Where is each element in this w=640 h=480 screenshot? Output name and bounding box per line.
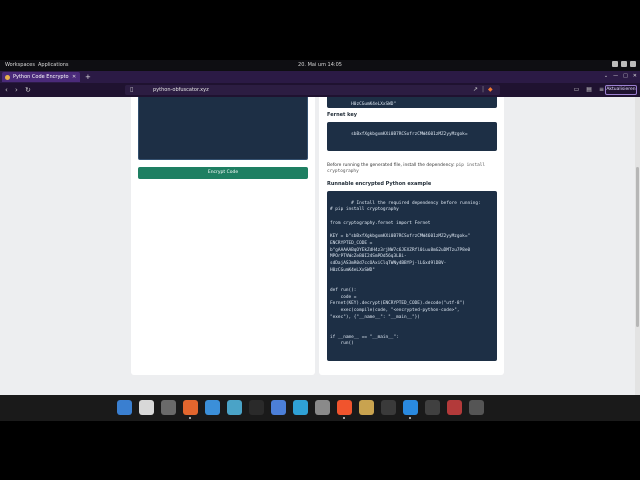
text-editor-icon[interactable] (227, 400, 242, 415)
network-icon[interactable] (612, 61, 618, 67)
web-viewport: Encrypt Code H0zCGumK4eLXxSWD" Fernet ke… (0, 97, 640, 395)
install-note: Before running the generated file, insta… (327, 163, 499, 175)
power-icon[interactable] (630, 61, 636, 67)
encrypted-code-tail: H0zCGumK4eLXxSWD" (351, 101, 397, 107)
share-icon[interactable]: ↗ (473, 86, 478, 93)
screenshot-app-icon[interactable] (117, 400, 132, 415)
vscode-icon[interactable] (403, 400, 418, 419)
firefox-icon[interactable] (183, 400, 198, 419)
dock (0, 395, 640, 421)
source-code-textarea[interactable] (138, 97, 308, 160)
divider-bar: | (482, 86, 485, 93)
monitor-icon[interactable] (425, 400, 440, 415)
forward-icon[interactable]: › (15, 86, 18, 94)
browser-tab-bar: Python Code Encryptor ✕ + ⌄ — □ ✕ (0, 71, 640, 83)
volume-icon[interactable] (621, 61, 627, 67)
record-icon[interactable] (447, 400, 462, 415)
encrypt-code-button[interactable]: Encrypt Code (138, 167, 308, 179)
obs-studio-icon[interactable] (381, 400, 396, 415)
fernet-key-label: Fernet key (327, 112, 357, 118)
running-indicator (343, 417, 345, 419)
browser-nav-bar: ‹ › ↻ ▯ python-obfuscator.xyz ↗ | ◆ ▭ ▤ … (0, 83, 640, 97)
maximize-icon[interactable]: □ (623, 73, 628, 79)
wallet-icon[interactable]: ▤ (586, 86, 592, 93)
tab-python-code-encryptor[interactable]: Python Code Encryptor ✕ (2, 72, 80, 82)
running-indicator (409, 417, 411, 419)
example-code: # Install the required dependency before… (330, 200, 481, 347)
input-panel: Encrypt Code (131, 97, 315, 375)
clock[interactable]: 20. Mai um 14:05 (0, 62, 640, 68)
close-window-icon[interactable]: ✕ (633, 73, 637, 79)
window-switcher-icon[interactable] (139, 400, 154, 415)
software-store-icon[interactable] (271, 400, 286, 415)
output-panel: H0zCGumK4eLXxSWD" Fernet key sbBxfXgkbgx… (319, 97, 504, 375)
tab-list-icon[interactable]: ⌄ (604, 73, 608, 79)
example-label: Runnable encrypted Python example (327, 181, 432, 187)
brave-browser-icon[interactable] (337, 400, 352, 419)
encrypted-code-output[interactable]: H0zCGumK4eLXxSWD" (327, 97, 497, 108)
desktop-screen: Workspaces Applications 20. Mai um 14:05… (0, 0, 640, 480)
terminal-icon[interactable] (249, 400, 264, 415)
scrollbar-thumb[interactable] (636, 167, 639, 327)
files-icon[interactable] (205, 400, 220, 415)
dock-items (117, 400, 484, 419)
reload-icon[interactable]: ↻ (25, 86, 31, 94)
minimize-icon[interactable]: — (613, 73, 618, 79)
settings-icon[interactable] (315, 400, 330, 415)
running-indicator (189, 417, 191, 419)
brave-shields-icon[interactable]: ◆ (488, 86, 493, 93)
toolbar-icons: ▭ ▤ ≡ (574, 86, 604, 93)
page-scrollbar[interactable] (635, 97, 640, 395)
url-text: python-obfuscator.xyz (153, 87, 209, 93)
tab-title: Python Code Encryptor (13, 74, 69, 80)
python-favicon-icon (5, 74, 10, 80)
app-grid-icon[interactable] (161, 400, 176, 415)
example-code-box[interactable]: # Install the required dependency before… (327, 191, 497, 361)
fernet-key-value: sbBxfXgkbgxmKXi0B7RCSofrzCMW4601zMZ2yyMz… (351, 131, 468, 137)
install-note-text: Before running the generated file, insta… (327, 163, 455, 168)
close-tab-icon[interactable]: ✕ (72, 74, 76, 80)
menu-icon[interactable]: ≡ (599, 86, 604, 93)
back-icon[interactable]: ‹ (5, 86, 8, 94)
gimp-icon[interactable] (359, 400, 374, 415)
window-controls: ⌄ — □ ✕ (604, 73, 637, 79)
console-icon[interactable] (469, 400, 484, 415)
update-button[interactable]: Aktualisieren (605, 85, 637, 95)
fernet-key-box[interactable]: sbBxfXgkbgxmKXi0B7RCSofrzCMW4601zMZ2yyMz… (327, 122, 497, 151)
address-bar[interactable]: ▯ python-obfuscator.xyz ↗ | ◆ (125, 85, 500, 95)
new-tab-button[interactable]: + (85, 73, 91, 81)
system-top-bar: Workspaces Applications 20. Mai um 14:05 (0, 60, 640, 71)
virtualbox-icon[interactable] (293, 400, 308, 415)
site-info-icon[interactable]: ▯ (130, 86, 133, 93)
system-tray[interactable] (612, 61, 636, 67)
sidebar-icon[interactable]: ▭ (574, 86, 580, 93)
